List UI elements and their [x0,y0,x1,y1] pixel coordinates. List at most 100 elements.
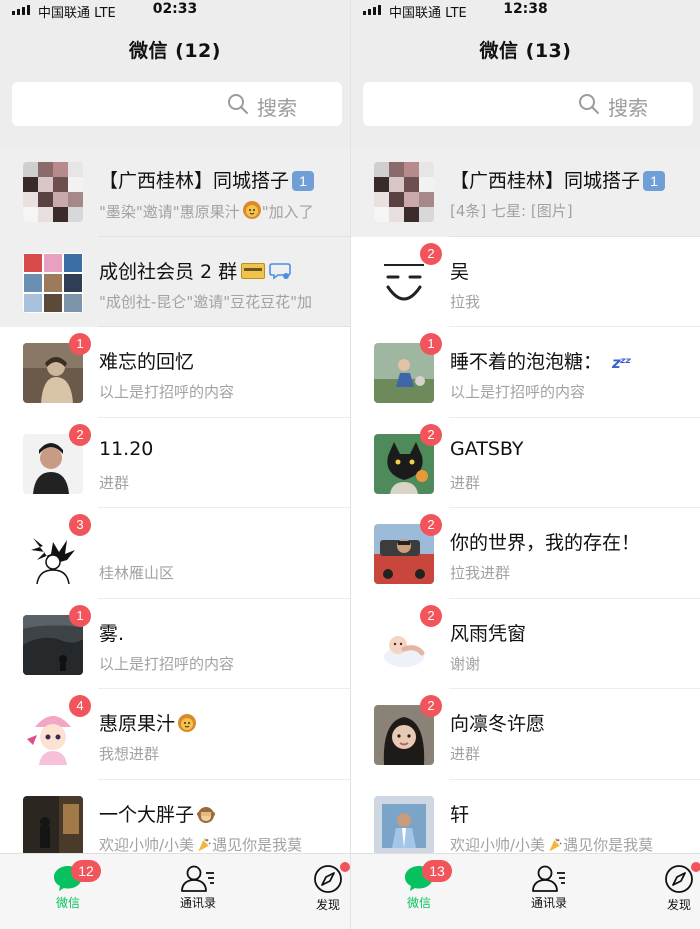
chat-preview: 桂林雁山区 [99,562,350,583]
chat-row[interactable]: 2 吴拉我 [351,236,700,327]
status-bar: 中国联通 LTE 02:33 [0,0,350,22]
search-icon [579,94,599,114]
chat-preview: "成创社-昆仑"邀请"豆花豆花"加 [99,291,350,312]
chat-row[interactable]: 一个大胖子欢迎小帅/小美 遇见你是我莫 [0,779,350,854]
new-content-dot [691,862,700,872]
tab-label: 微信 [55,896,80,910]
chat-name-text: 一个大胖子 [99,803,195,826]
tab-bar: 12 微信 通讯录 发现 [0,853,350,929]
chat-row[interactable]: 2 GATSBY 进群 [351,417,700,508]
avatar [23,252,83,313]
chat-row[interactable]: 2 风雨凭窗谢谢 [351,598,700,689]
tab-contacts[interactable]: 通讯录 [168,864,228,911]
chat-row[interactable]: 成创社会员 2 群 "成创社-昆仑"邀请"豆花豆花"加 [0,236,350,327]
chat-preview: 谢谢 [450,653,700,674]
compass-icon [314,865,342,893]
unread-badge: 4 [69,695,91,717]
chat-name: 难忘的回忆 [99,347,350,374]
chat-name-text: 成创社会员 2 群 [99,260,238,283]
chat-name: 【广西桂林】同城搭子 1 [99,166,350,193]
chat-name-text: 雾. [99,622,125,645]
tab-chats[interactable]: 13 微信 [389,860,452,911]
chat-message-tail: 遇见你是我莫 [212,835,303,854]
chat-row[interactable]: 1 雾. 以上是打招呼的内容 [0,598,350,689]
chat-message-text: 进群 [99,473,130,492]
chat-row[interactable]: 2 向凛冬许愿进群 [351,689,700,780]
tab-contacts[interactable]: 通讯录 [519,864,579,911]
search-bar[interactable]: 搜索 [12,82,342,126]
page-title: 微信 (13) [479,40,572,62]
chat-preview: "墨染"邀请"惠原果汁 "加入了 [99,200,350,222]
chat-name-text: GATSBY [450,437,524,460]
avatar [23,162,83,222]
chat-name-text: 向凛冬许愿 [450,713,546,735]
tab-label: 发现 [666,898,691,912]
chat-name-text: 【广西桂林】同城搭子 [99,170,290,192]
tab-unread-badge: 12 [71,860,101,882]
chat-row[interactable]: 【广西桂林】同城搭子 1 [4条] 七星: [图片] [351,146,700,237]
chat-message-text: "成创社-昆仑"邀请"豆花豆花"加 [99,292,313,311]
chat-row[interactable]: 2 你的世界，我的存在！ 拉我进群 [351,508,700,599]
chat-message-text: 欢迎小帅/小美 [99,835,195,854]
tab-discover[interactable]: 发现 [298,862,350,913]
tab-bar: 13 微信 通讯录 发现 [351,853,700,929]
chat-row[interactable]: 【广西桂林】同城搭子 1 "墨染"邀请"惠原果汁 "加入了 [0,146,350,237]
unread-badge: 2 [69,423,91,446]
chat-bubble-icon [269,262,291,280]
unread-badge: 1 [420,333,442,355]
chat-message-text: 进群 [450,473,481,492]
unread-badge: 2 [420,423,442,446]
chat-message-text: 桂林雁山区 [99,564,175,582]
chat-row[interactable]: 2 11.20 进群 [0,417,350,508]
unread-badge: 2 [420,514,442,536]
message-emoji-icon [545,836,563,854]
chat-preview: 以上是打招呼的内容 [99,381,350,402]
chat-name-text: 轩 [450,803,470,826]
chat-preview: 进群 [450,743,700,764]
chat-message-text: 拉我进群 [450,564,511,582]
chat-row[interactable]: 4 惠原果汁 我想进群 [0,689,350,780]
tab-label: 通讯录 [179,896,216,910]
chat-message-tail: 遇见你是我莫 [563,835,654,854]
chat-message-text: [4条] 七星: [图片] [450,202,573,220]
chat-row[interactable]: 1 睡不着的泡泡糖： zᶻᶻ 以上是打招呼的内容 [351,327,700,418]
chat-name-text: 睡不着的泡泡糖： [450,351,603,373]
chat-name-text: 风雨凭窗 [450,622,527,645]
unread-badge: 2 [420,242,442,265]
chat-name-text: 【广西桂林】同城搭子 [450,170,641,192]
chat-list[interactable]: 【广西桂林】同城搭子 1 "墨染"邀请"惠原果汁 "加入了成创社会员 2 群 "成创社-… [0,146,350,853]
chat-row[interactable]: 轩欢迎小帅/小美 遇见你是我莫 [351,779,700,854]
group-tag-badge: 1 [643,171,666,191]
tab-discover[interactable]: 发现 [649,862,700,913]
group-tag-badge: 1 [292,171,315,191]
chat-preview: 进群 [450,472,700,493]
chat-message-text: 谢谢 [450,654,481,673]
chat-name-text: 惠原果汁 [99,713,176,735]
chat-message-text: "墨染"邀请"惠原果汁 [99,203,240,221]
unread-badge: 2 [420,604,442,627]
chat-row[interactable]: 1 难忘的回忆 以上是打招呼的内容 [0,327,350,418]
avatar [374,795,434,853]
chat-list[interactable]: 【广西桂林】同城搭子 1 [4条] 七星: [图片] 2 吴拉我 1 睡不着的泡泡糖： zᶻᶻ… [351,146,700,853]
chat-name: 风雨凭窗 [450,619,700,646]
tab-label: 通讯录 [530,896,567,910]
chat-preview: 进群 [99,472,350,493]
chat-name: 睡不着的泡泡糖： zᶻᶻ [450,347,700,374]
chat-name: 一个大胖子 [99,800,350,827]
tab-chats[interactable]: 12 微信 [38,860,101,911]
search-placeholder: 搜索 [608,96,648,120]
wechat-screen: 中国联通 LTE 02:33 微信 (12) 搜索【广西桂林】同城搭子 1 "墨染"邀请"… [0,0,350,929]
chat-message-text: 以上是打招呼的内容 [99,383,235,401]
message-emoji-icon [194,836,212,854]
chat-preview: [4条] 七星: [图片] [450,200,700,221]
page-title: 微信 (12) [129,40,221,62]
chat-row[interactable]: 3 桂林雁山区 [0,508,350,599]
status-bar: 中国联通 LTE 12:38 [351,0,700,22]
search-bar[interactable]: 搜索 [363,82,693,126]
chat-name-text: 吴 [450,260,470,283]
chat-message-tail: "加入了 [261,203,314,221]
chat-name: 11.20 [99,438,350,460]
unread-badge: 2 [420,695,442,717]
chat-message-text: 拉我 [450,292,481,311]
chat-name: 【广西桂林】同城搭子 1 [450,166,700,193]
